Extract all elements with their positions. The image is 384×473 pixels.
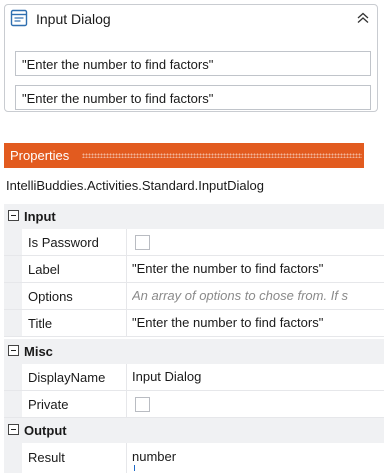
displayname-value-input[interactable]: Input Dialog: [132, 369, 384, 384]
collapse-toggle-icon[interactable]: [8, 345, 19, 356]
property-name: Result: [28, 450, 65, 465]
is-password-checkbox[interactable]: [135, 235, 150, 250]
category-label: Misc: [24, 344, 53, 359]
title-value-input[interactable]: "Enter the number to find factors": [132, 315, 384, 330]
private-checkbox[interactable]: [135, 397, 150, 412]
activity-header: Input Dialog: [5, 5, 377, 33]
category-input: Input: [4, 204, 384, 229]
dialog-icon: [10, 9, 28, 27]
result-value-input[interactable]: number: [132, 449, 384, 464]
collapse-chevron-icon[interactable]: [355, 10, 371, 26]
text-cursor: [134, 465, 135, 471]
property-row-private: Private: [4, 391, 384, 418]
collapse-toggle-icon[interactable]: [8, 210, 19, 221]
label-value-input[interactable]: "Enter the number to find factors": [132, 261, 384, 276]
activity-type-name: IntelliBuddies.Activities.Standard.Input…: [6, 178, 264, 193]
properties-panel: Properties IntelliBuddies.Activities.Sta…: [4, 143, 384, 473]
title-field[interactable]: "Enter the number to find factors": [15, 85, 371, 110]
activity-title: Input Dialog: [36, 11, 111, 27]
property-row-result: Result number: [4, 443, 384, 473]
property-name: DisplayName: [28, 370, 106, 385]
property-row-options: Options An array of options to chose fro…: [4, 283, 384, 310]
options-value-input[interactable]: An array of options to chose from. If s: [132, 288, 384, 303]
category-label: Input: [24, 209, 56, 224]
property-row-is-password: Is Password: [4, 229, 384, 256]
property-row-title: Title "Enter the number to find factors": [4, 310, 384, 337]
property-name: Title: [28, 316, 53, 331]
properties-title: Properties: [10, 148, 70, 163]
input-dialog-activity-card[interactable]: Input Dialog "Enter the number to find f…: [4, 4, 378, 112]
property-name: Options: [28, 289, 73, 304]
properties-header: Properties: [4, 143, 364, 168]
category-output: Output: [4, 418, 384, 443]
property-row-label: Label "Enter the number to find factors": [4, 256, 384, 283]
collapse-toggle-icon[interactable]: [8, 424, 19, 435]
property-row-displayname: DisplayName Input Dialog: [4, 364, 384, 391]
property-name: Private: [28, 397, 69, 412]
category-misc: Misc: [4, 339, 384, 364]
property-name: Is Password: [28, 235, 99, 250]
header-grip: [82, 153, 362, 158]
message-field[interactable]: "Enter the number to find factors": [15, 51, 371, 76]
category-label: Output: [24, 423, 67, 438]
property-name: Label: [28, 262, 60, 277]
